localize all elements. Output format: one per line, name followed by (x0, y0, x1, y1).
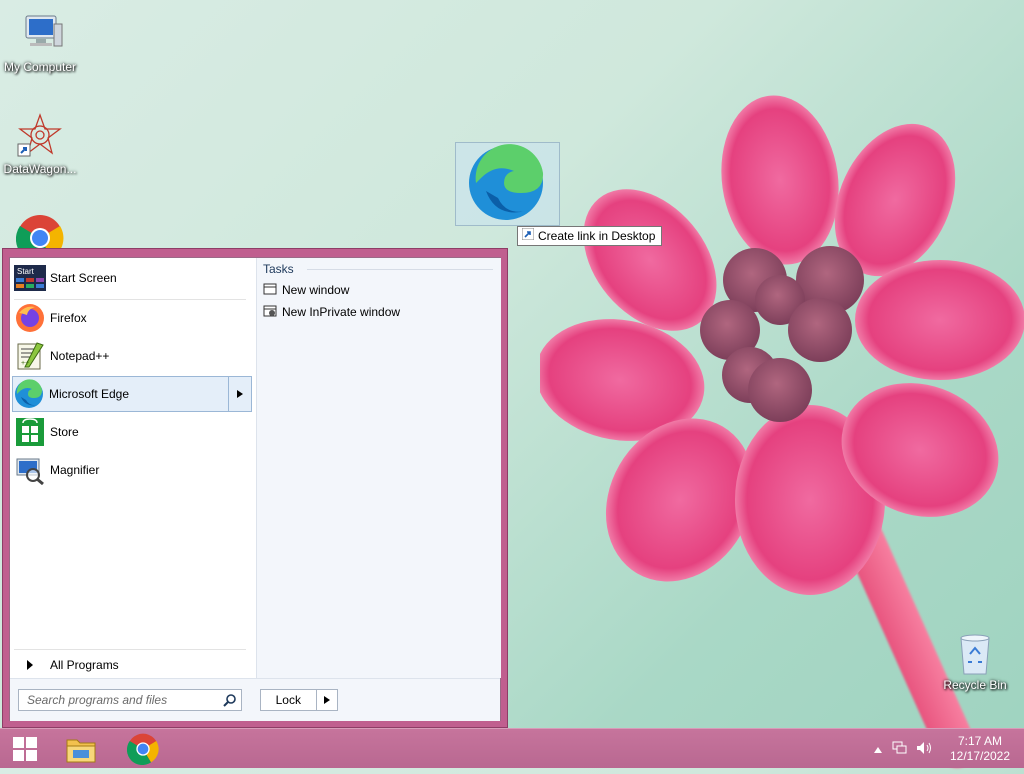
desktop-icon-label: DataWagon... (3, 162, 77, 176)
inprivate-icon (263, 304, 277, 321)
chevron-right-icon (323, 696, 330, 704)
chrome-icon (127, 733, 159, 765)
clock-date: 12/17/2022 (949, 749, 1011, 763)
program-notepadpp[interactable]: ++ Notepad++ (14, 338, 252, 374)
recycle-bin-icon (955, 632, 995, 676)
computer-icon (16, 10, 64, 58)
all-programs-label: All Programs (50, 658, 119, 672)
chrome-icon (15, 214, 64, 248)
search-input[interactable] (25, 692, 219, 708)
desktop-icon-label: My Computer (3, 60, 77, 74)
drag-tooltip-text: Create link in Desktop (538, 229, 656, 243)
program-start-screen[interactable]: Start Start Screen (14, 260, 252, 296)
program-label: Magnifier (50, 463, 100, 477)
jumplist-item-label: New InPrivate window (282, 305, 401, 319)
shortcut-arrow-icon (521, 227, 535, 245)
program-magnifier[interactable]: Magnifier (14, 452, 252, 488)
magnifier-icon (14, 454, 46, 486)
all-programs-button[interactable]: All Programs (14, 654, 252, 676)
window-icon (263, 282, 277, 299)
volume-icon[interactable] (916, 741, 934, 758)
notepadpp-icon: ++ (14, 340, 46, 372)
svg-text:++: ++ (21, 360, 29, 367)
desktop-icon-chrome[interactable] (0, 214, 80, 248)
folder-icon (66, 739, 96, 763)
firefox-icon (14, 302, 46, 334)
program-microsoft-edge[interactable]: Microsoft Edge (12, 376, 252, 412)
search-icon[interactable] (223, 693, 237, 710)
program-list: Start Start Screen Firefox ++ Notepad++ … (10, 258, 256, 678)
show-hidden-icons-button[interactable] (874, 742, 882, 756)
desktop-icon-datawagon[interactable]: DataWagon... (0, 112, 80, 176)
windows-logo-icon (13, 737, 37, 761)
program-label: Firefox (50, 311, 87, 325)
start-menu: Start Start Screen Firefox ++ Notepad++ … (2, 248, 508, 728)
jumplist-item-new-window[interactable]: New window (263, 280, 349, 300)
start-button[interactable] (0, 729, 50, 769)
lock-button-label: Lock (275, 693, 301, 707)
taskbar: 7:17 AM 12/17/2022 (0, 728, 1024, 768)
triangle-right-icon (14, 654, 46, 676)
jumplist-arrow-button[interactable] (228, 377, 251, 411)
system-tray: 7:17 AM 12/17/2022 (874, 729, 1024, 769)
jumplist-item-new-inprivate-window[interactable]: New InPrivate window (263, 302, 400, 322)
network-icon[interactable] (892, 741, 908, 758)
lock-button[interactable]: Lock (260, 689, 338, 711)
program-label: Microsoft Edge (49, 387, 130, 401)
start-menu-bottom-bar: Lock (10, 678, 500, 721)
chevron-right-icon (237, 390, 243, 398)
clock[interactable]: 7:17 AM 12/17/2022 (940, 734, 1020, 764)
start-screen-icon: Start (14, 262, 46, 294)
start-menu-body: Start Start Screen Firefox ++ Notepad++ … (9, 257, 501, 721)
datawagon-icon (16, 112, 64, 160)
divider (307, 269, 493, 270)
program-label: Store (50, 425, 79, 439)
program-store[interactable]: Store (14, 414, 252, 450)
edge-icon (13, 378, 45, 410)
power-options-arrow[interactable] (315, 690, 337, 710)
program-label: Start Screen (50, 271, 117, 285)
clock-time: 7:17 AM (957, 734, 1003, 748)
jumplist-item-label: New window (282, 283, 350, 297)
desktop-icon-my-computer[interactable]: My Computer (0, 10, 80, 74)
desktop-icon-label: Recycle Bin (943, 678, 1007, 692)
store-icon (14, 416, 46, 448)
program-firefox[interactable]: Firefox (14, 300, 252, 336)
edge-icon (469, 144, 544, 220)
search-box[interactable] (18, 689, 242, 711)
taskbar-chrome[interactable] (118, 729, 168, 769)
jumplist-pane: Tasks New window New InPrivate window (256, 258, 501, 678)
drag-tooltip: Create link in Desktop (517, 226, 663, 246)
svg-text:Start: Start (17, 267, 35, 276)
divider (14, 649, 246, 650)
jumplist-title: Tasks (263, 262, 294, 276)
desktop-icon-recycle-bin[interactable]: Recycle Bin (935, 632, 1015, 692)
program-label: Notepad++ (50, 349, 110, 363)
taskbar-file-explorer[interactable] (56, 729, 106, 769)
drag-ghost (455, 142, 560, 226)
